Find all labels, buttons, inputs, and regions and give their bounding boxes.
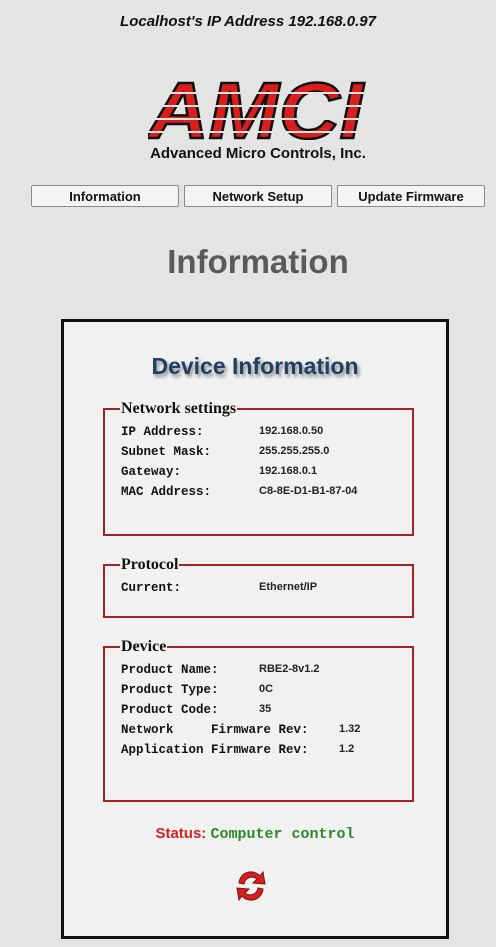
ip-address-label: IP Address: <box>121 425 204 439</box>
product-name-row: Product Name: RBE2-8v1.2 <box>121 660 412 680</box>
amci-logo-text: AMCI <box>148 68 365 140</box>
subnet-mask-label: Subnet Mask: <box>121 445 212 459</box>
gateway-label: Gateway: <box>121 465 182 479</box>
gateway-value: 192.168.0.1 <box>259 465 318 477</box>
ip-address-row: IP Address: 192.168.0.50 <box>121 422 412 442</box>
device-group: Device Product Name: RBE2-8v1.2 Product … <box>103 638 414 802</box>
application-firmware-label: Application Firmware Rev: <box>121 743 309 757</box>
product-type-label: Product Type: <box>121 683 219 697</box>
network-firmware-label: Network Firmware Rev: <box>121 723 309 737</box>
amci-logo: AMCI <box>148 68 366 140</box>
network-setup-button[interactable]: Network Setup <box>184 185 332 207</box>
application-firmware-row: Application Firmware Rev: 1.2 <box>121 740 412 760</box>
status-label: Status: <box>155 825 207 842</box>
ip-address-value: 192.168.0.50 <box>259 425 324 437</box>
application-firmware-value: 1.2 <box>339 743 355 755</box>
update-firmware-button[interactable]: Update Firmware <box>337 185 485 207</box>
product-type-row: Product Type: 0C <box>121 680 412 700</box>
status-line: Status: Computer control <box>64 825 446 843</box>
network-settings-group: Network settings IP Address: 192.168.0.5… <box>103 400 414 536</box>
subnet-mask-row: Subnet Mask: 255.255.255.0 <box>121 442 412 462</box>
page-title: Information <box>167 243 349 280</box>
protocol-legend: Protocol <box>121 556 179 573</box>
current-protocol-value: Ethernet/IP <box>259 581 318 593</box>
network-firmware-row: Network Firmware Rev: 1.32 <box>121 720 412 740</box>
device-legend: Device <box>121 638 167 655</box>
mac-address-label: MAC Address: <box>121 485 212 499</box>
status-value: Computer control <box>210 826 355 843</box>
current-protocol-row: Current: Ethernet/IP <box>121 578 412 598</box>
network-settings-legend: Network settings <box>121 400 237 417</box>
product-type-value: 0C <box>259 683 274 695</box>
product-name-label: Product Name: <box>121 663 219 677</box>
mac-address-value: C8-8E-D1-B1-87-04 <box>259 485 358 497</box>
panel-title: Device Information <box>151 353 359 379</box>
product-code-row: Product Code: 35 <box>121 700 412 720</box>
gateway-row: Gateway: 192.168.0.1 <box>121 462 412 482</box>
mac-address-row: MAC Address: C8-8E-D1-B1-87-04 <box>121 482 412 502</box>
product-code-value: 35 <box>259 703 272 715</box>
product-code-label: Product Code: <box>121 703 219 717</box>
device-information-panel: Device Information Network settings IP A… <box>61 319 449 939</box>
subnet-mask-value: 255.255.255.0 <box>259 445 330 457</box>
header-ip-address: Localhost's IP Address 192.168.0.97 <box>120 13 376 30</box>
product-name-value: RBE2-8v1.2 <box>259 663 320 675</box>
company-name: Advanced Micro Controls, Inc. <box>150 145 366 162</box>
protocol-group: Protocol Current: Ethernet/IP <box>103 556 414 618</box>
current-protocol-label: Current: <box>121 581 182 595</box>
information-button[interactable]: Information <box>31 185 179 207</box>
refresh-icon[interactable] <box>232 867 270 905</box>
network-firmware-value: 1.32 <box>339 723 361 735</box>
